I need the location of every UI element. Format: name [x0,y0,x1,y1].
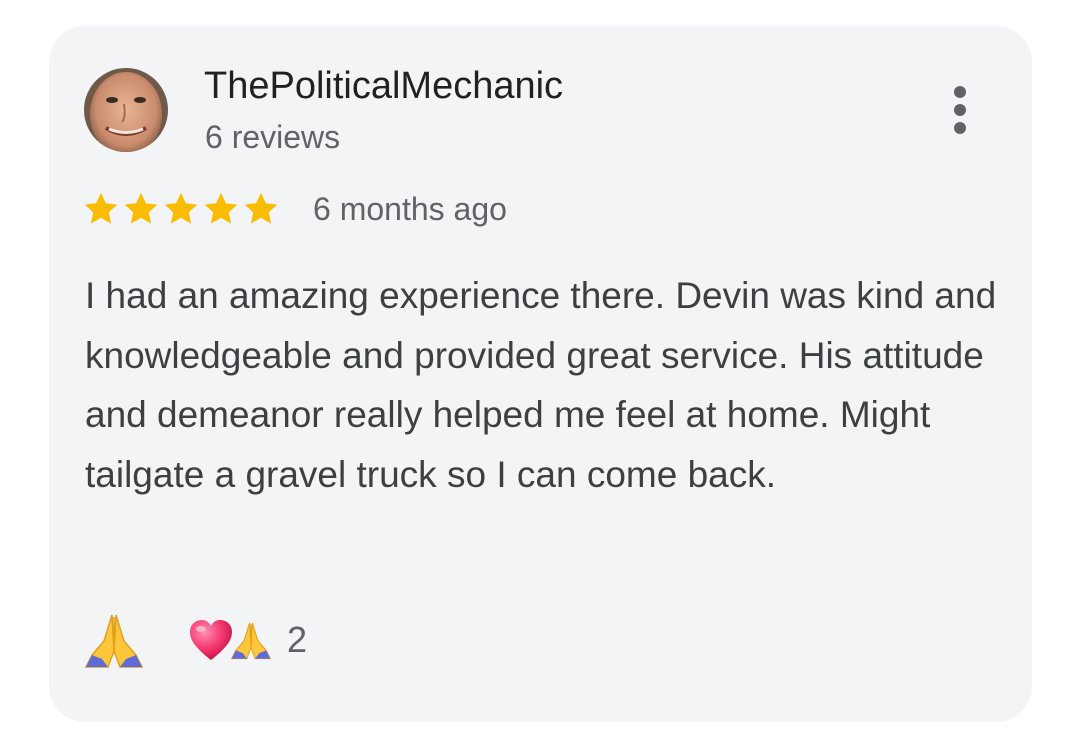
reaction-summary[interactable]: 2 [187,611,307,669]
reaction-count: 2 [287,619,308,660]
heart-icon [190,620,232,660]
star-rating [82,190,280,230]
star-icon [204,192,238,224]
folded-hands-icon [84,614,144,668]
star-icon [84,192,118,224]
review-text: I had an amazing experience there. Devin… [85,275,997,495]
review-card: ThePoliticalMechanic 6 reviews 6 months … [49,26,1032,722]
author-name[interactable]: ThePoliticalMechanic [204,65,563,108]
star-icon [244,192,278,224]
avatar[interactable] [84,68,168,152]
star-icon [124,192,158,224]
more-options-button[interactable] [942,80,978,140]
review-time: 6 months ago [313,191,507,227]
add-reaction-button[interactable] [82,611,146,669]
author-review-count[interactable]: 6 reviews [205,119,340,156]
folded-hands-icon [230,622,272,660]
star-icon [164,192,198,224]
